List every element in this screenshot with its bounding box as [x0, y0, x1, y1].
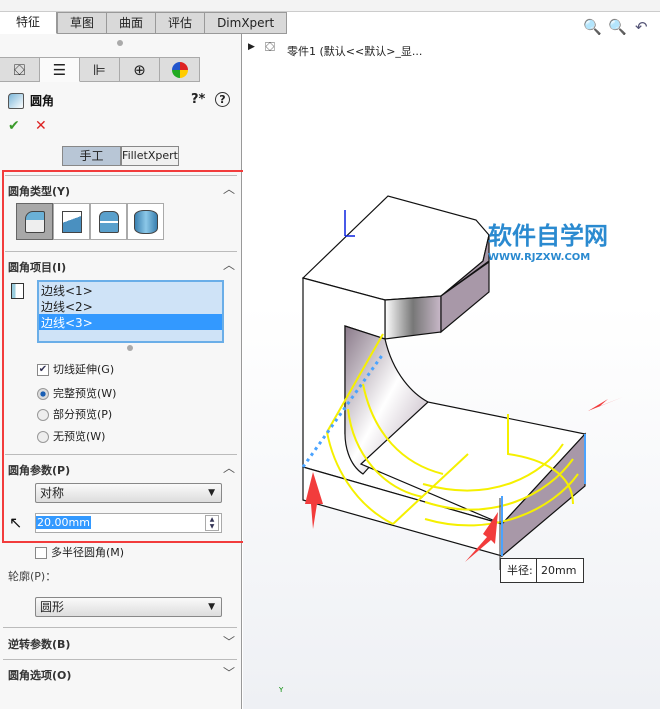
- edge-selection-icon: [11, 283, 24, 299]
- setback-params-title[interactable]: 逆转参数(B): [8, 636, 70, 652]
- panel-title: 圆角: [30, 94, 55, 108]
- divider: [5, 454, 237, 455]
- profile-label: 轮廓(P)：: [8, 570, 57, 583]
- collapse-chevron-icon[interactable]: ︿: [223, 459, 235, 476]
- no-preview-radio[interactable]: 无预览(W): [37, 428, 105, 444]
- whats-new-help-icon[interactable]: ?*: [191, 92, 205, 107]
- cap-curve: [384, 295, 442, 340]
- radius-icon: ↖: [9, 513, 23, 532]
- panel-resize-grip[interactable]: [117, 40, 123, 46]
- tab-sketch[interactable]: 草图: [57, 12, 108, 34]
- list-item[interactable]: 边线<1>: [39, 282, 222, 298]
- tab-features[interactable]: 特征: [0, 12, 58, 34]
- collapse-chevron-icon[interactable]: ︿: [223, 180, 235, 197]
- cancel-button[interactable]: ✕: [35, 118, 47, 134]
- tree-icon: ⊫: [92, 60, 107, 79]
- full-preview-radio[interactable]: 完整预览(W): [37, 385, 116, 401]
- property-manager-tab[interactable]: ☰: [40, 57, 80, 82]
- radio-icon: [37, 431, 49, 443]
- checkbox-label: 切线延伸(G): [53, 363, 115, 376]
- fillet-items-title[interactable]: 圆角项目(I): [8, 259, 66, 275]
- spin-buttons[interactable]: ▲ ▼: [205, 515, 219, 531]
- select-value: 对称: [40, 486, 65, 500]
- radius-value: 20.00mm: [36, 516, 91, 529]
- radius-input[interactable]: 20.00mm ▲ ▼: [35, 513, 222, 533]
- callout-value[interactable]: 20mm: [537, 559, 576, 582]
- dropdown-arrow-icon: ▼: [208, 488, 215, 498]
- partial-preview-radio[interactable]: 部分预览(P): [37, 406, 112, 422]
- select-value: 圆形: [40, 600, 65, 614]
- fillet-options-title[interactable]: 圆角选项(O): [8, 667, 71, 683]
- manual-mode-button[interactable]: 手工: [62, 146, 121, 166]
- list-icon: ☰: [52, 60, 67, 79]
- full-round-fillet-button[interactable]: [127, 203, 164, 240]
- variable-fillet-icon: [61, 210, 82, 233]
- watermark: 软件自学网: [488, 222, 608, 250]
- radius-callout[interactable]: 半径: 20mm: [500, 558, 584, 583]
- list-item-selected[interactable]: 边线<3>: [39, 314, 222, 330]
- divider: [5, 175, 237, 176]
- face-fillet-button[interactable]: [90, 203, 127, 240]
- checkbox-checked-icon: ✔: [37, 364, 49, 376]
- top-toolbar-strip: [0, 0, 660, 12]
- edges-list[interactable]: 边线<1> 边线<2> 边线<3>: [37, 280, 224, 343]
- divider: [3, 659, 237, 660]
- panel-header: 圆角: [8, 92, 54, 109]
- profile-select[interactable]: 圆形 ▼: [35, 597, 222, 617]
- checkbox-icon: [35, 547, 47, 559]
- filletxpert-mode-button[interactable]: FilletXpert: [121, 146, 179, 166]
- multi-radius-checkbox[interactable]: 多半径圆角(M): [35, 544, 124, 560]
- fillet-type-title[interactable]: 圆角类型(Y): [8, 183, 70, 199]
- tangent-propagation-checkbox[interactable]: ✔ 切线延伸(G): [37, 361, 114, 377]
- expand-chevron-icon[interactable]: ﹀: [223, 664, 235, 681]
- fillet-params-title[interactable]: 圆角参数(P): [8, 462, 70, 478]
- display-manager-tab[interactable]: [160, 57, 200, 82]
- axis-y-label: Y: [278, 686, 284, 694]
- color-wheel-icon: [171, 61, 188, 78]
- tab-evaluate[interactable]: 评估: [156, 12, 206, 34]
- feature-manager-tab[interactable]: ⛋: [0, 57, 40, 82]
- command-manager-tabs: 特征 草图 曲面 评估 DimXpert: [0, 12, 288, 34]
- fillet-type-options: [16, 203, 164, 240]
- list-item[interactable]: 边线<2>: [39, 298, 222, 314]
- callout-label: 半径:: [501, 559, 537, 582]
- full-round-icon: [133, 209, 158, 234]
- expand-chevron-icon[interactable]: ﹀: [223, 633, 235, 650]
- radio-selected-icon: [37, 388, 49, 400]
- tab-surfaces[interactable]: 曲面: [107, 12, 157, 34]
- radio-icon: [37, 409, 49, 421]
- variable-size-fillet-button[interactable]: [53, 203, 90, 240]
- fillet-icon: [8, 92, 24, 109]
- divider: [3, 627, 237, 628]
- 3d-model[interactable]: 软件自学网 WWW.RJZXW.COM Y: [243, 34, 660, 709]
- dropdown-arrow-icon: ▼: [208, 602, 215, 612]
- divider: [5, 251, 237, 252]
- fillet-cube-icon: [24, 210, 45, 233]
- help-icon[interactable]: ?: [215, 92, 230, 107]
- dimxpert-manager-tab[interactable]: ⊕: [120, 57, 160, 82]
- radio-label: 部分预览(P): [53, 408, 113, 421]
- part-icon: ⛋: [13, 60, 26, 79]
- radio-label: 完整预览(W): [53, 387, 117, 400]
- checkbox-label: 多半径圆角(M): [51, 546, 125, 559]
- collapse-chevron-icon[interactable]: ︿: [223, 256, 235, 273]
- radio-label: 无预览(W): [53, 430, 106, 443]
- ok-button[interactable]: ✔: [8, 118, 20, 134]
- crosshair-icon: ⊕: [133, 60, 146, 79]
- fillet-method-select[interactable]: 对称 ▼: [35, 483, 222, 503]
- manager-tabs: ⛋ ☰ ⊫ ⊕: [0, 57, 200, 82]
- constant-size-fillet-button[interactable]: [16, 203, 53, 240]
- watermark-url: WWW.RJZXW.COM: [488, 252, 590, 263]
- list-resize-grip[interactable]: [127, 345, 133, 351]
- tab-dimxpert[interactable]: DimXpert: [205, 12, 288, 34]
- face-fillet-icon: [98, 210, 119, 233]
- configuration-manager-tab[interactable]: ⊫: [80, 57, 120, 82]
